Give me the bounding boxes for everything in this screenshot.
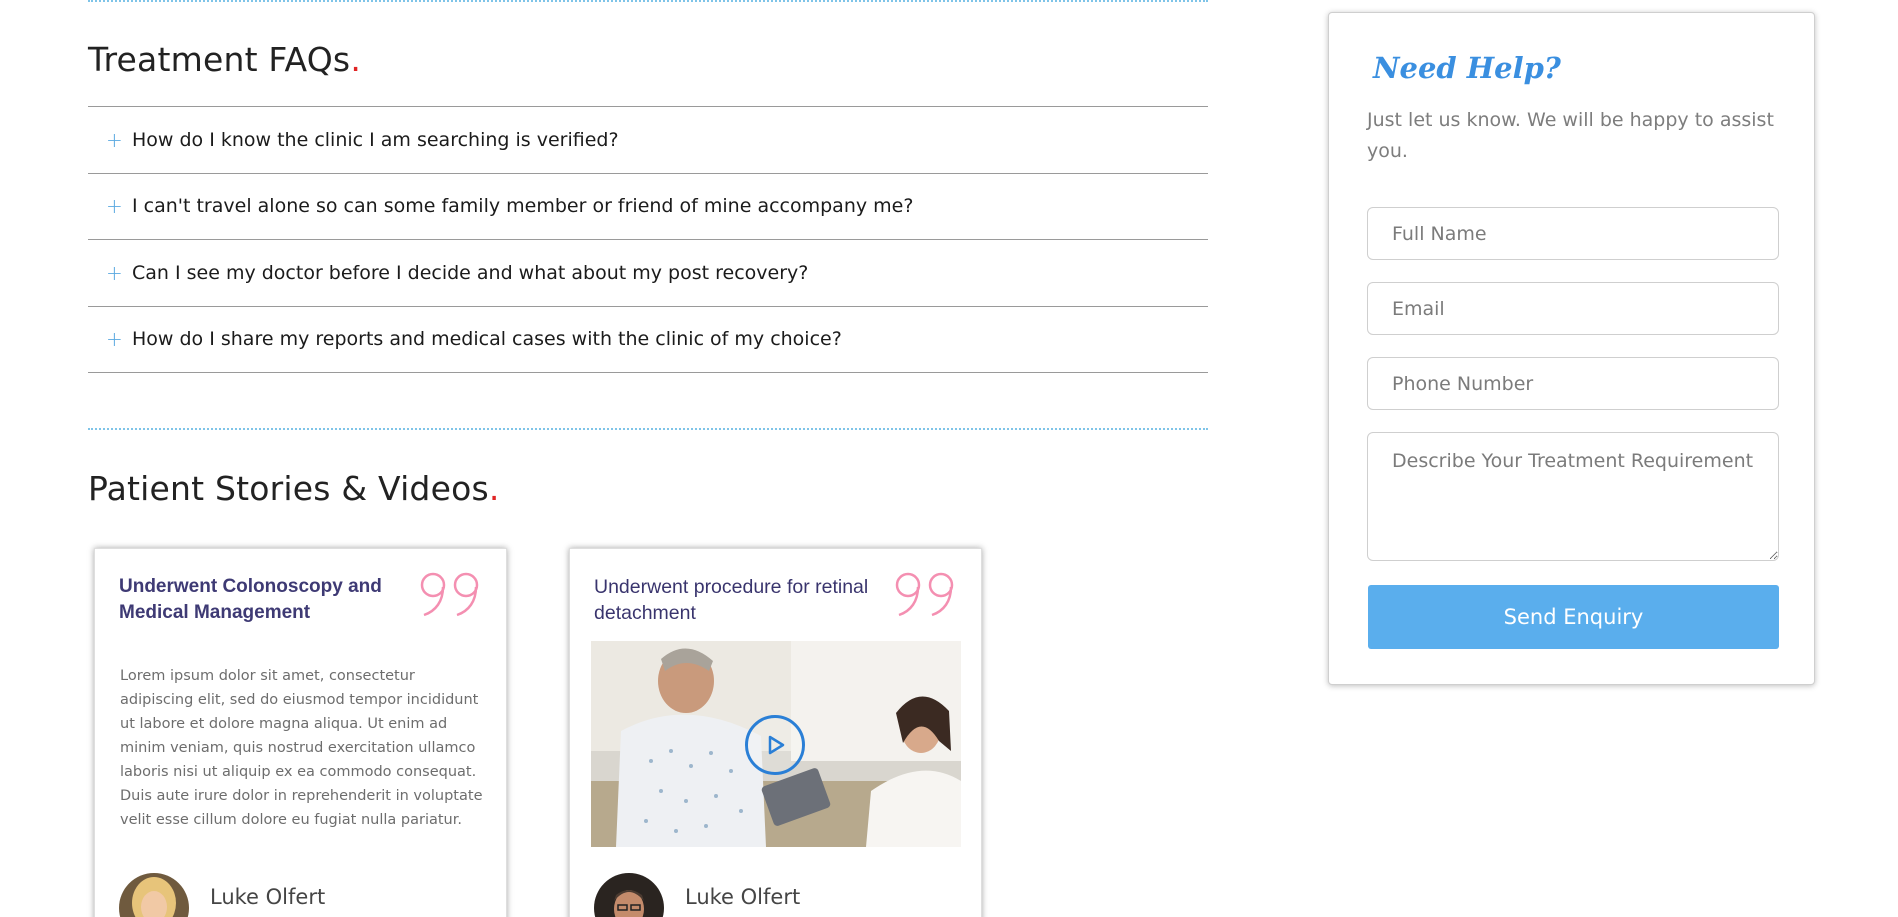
help-title: Need Help? <box>1373 51 1561 85</box>
full-name-input[interactable] <box>1367 207 1779 260</box>
story-card-text: Lorem ipsum dolor sit amet, consectetur … <box>120 668 483 828</box>
story-card-title: Underwent procedure for retinal detachme… <box>594 576 869 624</box>
phone-input[interactable] <box>1367 357 1779 410</box>
story-card[interactable]: Underwent Colonoscopy and Medical Manage… <box>94 548 507 917</box>
story-author: Luke Olfert <box>210 885 326 909</box>
faq-question: How do I share my reports and medical ca… <box>132 328 842 351</box>
video-thumbnail[interactable] <box>591 641 961 847</box>
send-enquiry-button[interactable]: Send Enquiry <box>1368 585 1779 649</box>
plus-icon: + <box>106 127 123 152</box>
stories-section-title: Patient Stories & Videos. <box>88 469 500 508</box>
email-input[interactable] <box>1367 282 1779 335</box>
faq-item[interactable]: + I can't travel alone so can some famil… <box>88 174 1208 240</box>
section-divider <box>88 0 1208 2</box>
requirement-textarea[interactable] <box>1367 432 1779 561</box>
faq-question: How do I know the clinic I am searching … <box>132 128 619 151</box>
plus-icon: + <box>106 260 123 285</box>
faq-item[interactable]: + How do I share my reports and medical … <box>88 307 1208 373</box>
quote-icon <box>420 572 479 617</box>
faq-item[interactable]: + How do I know the clinic I am searchin… <box>88 107 1208 174</box>
avatar <box>119 873 189 917</box>
section-divider <box>88 428 1208 430</box>
help-subtitle: Just let us know. We will be happy to as… <box>1367 109 1774 162</box>
faq-question: I can't travel alone so can some family … <box>132 195 914 218</box>
quote-icon <box>895 572 954 617</box>
faq-item[interactable]: + Can I see my doctor before I decide an… <box>88 240 1208 307</box>
play-button[interactable] <box>745 715 805 775</box>
faq-section-title: Treatment FAQs. <box>88 40 362 79</box>
faq-question: Can I see my doctor before I decide and … <box>132 261 809 284</box>
avatar <box>594 873 664 917</box>
plus-icon: + <box>106 194 123 219</box>
play-icon <box>768 735 785 755</box>
story-author: Luke Olfert <box>685 885 801 909</box>
story-card-title: Underwent Colonoscopy and Medical Manage… <box>119 576 382 623</box>
story-card[interactable]: Underwent procedure for retinal detachme… <box>569 548 982 917</box>
plus-icon: + <box>106 327 123 352</box>
faq-list: + How do I know the clinic I am searchin… <box>88 106 1208 373</box>
enquiry-panel: Need Help? Just let us know. We will be … <box>1328 12 1815 685</box>
